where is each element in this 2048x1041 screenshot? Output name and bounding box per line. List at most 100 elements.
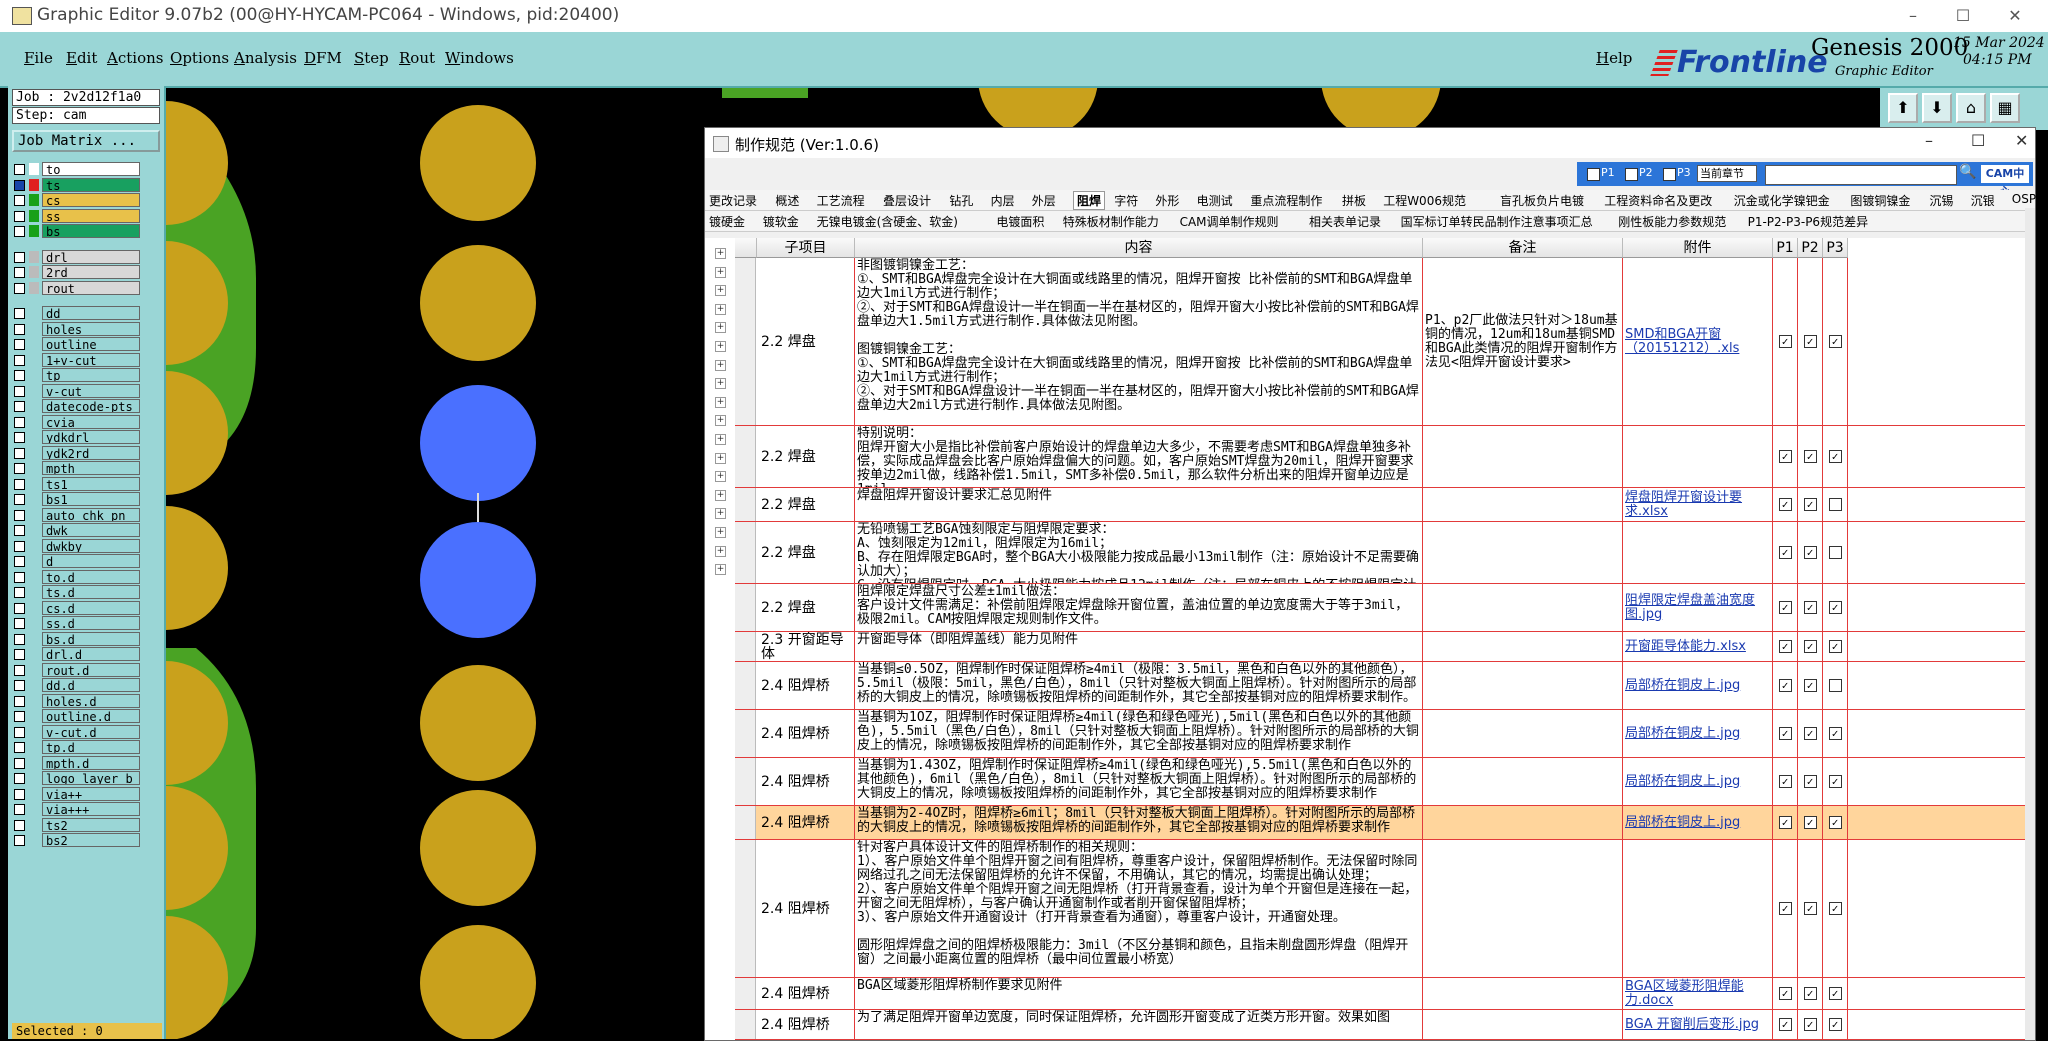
tab-tabs_row2-0[interactable]: 镀硬金 — [709, 213, 745, 230]
job-matrix-button[interactable]: Job Matrix ... — [12, 130, 160, 152]
layer-row[interactable]: auto_chk_pn — [12, 507, 140, 523]
cell-p2[interactable]: ✓ — [1798, 584, 1823, 631]
header-p1[interactable]: P1 — [1773, 238, 1798, 258]
layer-checkbox[interactable] — [14, 432, 25, 443]
search-input[interactable] — [1765, 165, 1957, 185]
layer-row[interactable]: to.d — [12, 569, 140, 585]
layer-row[interactable]: outline — [12, 337, 140, 352]
checkbox[interactable]: ✓ — [1778, 816, 1792, 829]
cell-p1[interactable]: ✓ — [1773, 584, 1798, 631]
cell-p2[interactable]: ✓ — [1798, 806, 1823, 839]
checkbox[interactable]: ✓ — [1803, 335, 1817, 348]
layer-checkbox[interactable] — [14, 695, 25, 707]
checkbox[interactable]: ✓ — [1778, 727, 1792, 740]
layer-row[interactable]: ydkdrl — [12, 430, 140, 445]
layer-row[interactable]: mpth.d — [12, 755, 140, 771]
layer-row[interactable]: tp — [12, 368, 140, 383]
layer-checkbox[interactable] — [14, 267, 25, 278]
tab-tabs_row1-16[interactable]: 沉金或化学镍钯金 — [1734, 192, 1830, 209]
tab-tabs_row1-10[interactable]: 电测试 — [1197, 192, 1233, 209]
layer-checkbox[interactable] — [14, 323, 25, 335]
checkbox[interactable]: ✓ — [1778, 450, 1792, 463]
layer-checkbox[interactable] — [14, 680, 25, 691]
checkbox[interactable]: ✓ — [1778, 640, 1792, 653]
push-icon[interactable]: ⬆ — [1888, 93, 1918, 123]
checkbox[interactable]: ✓ — [1803, 987, 1817, 1000]
layer-row[interactable]: dd — [12, 306, 140, 321]
layer-row[interactable]: 2rd — [12, 265, 140, 280]
spec-minimize-button[interactable]: – — [1925, 131, 1933, 150]
layer-checkbox[interactable] — [14, 195, 25, 206]
tab-tabs_row1-19[interactable]: 沉银 — [1971, 192, 1995, 209]
layer-row[interactable]: via++ — [12, 786, 140, 802]
tab-tabs_row2-6[interactable]: 相关表单记录 — [1309, 213, 1381, 230]
layer-row[interactable]: cs — [12, 193, 140, 208]
cell-p1[interactable]: ✓ — [1773, 488, 1798, 521]
layer-checkbox[interactable] — [14, 664, 25, 676]
layer-checkbox[interactable] — [14, 282, 25, 294]
tab-tabs_row2-8[interactable]: 刚性板能力参数规范 — [1618, 213, 1726, 230]
layer-checkbox[interactable] — [14, 385, 25, 397]
tab-tabs_row1-4[interactable]: 钻孔 — [949, 192, 973, 209]
tab-tabs_row1-1[interactable]: 概述 — [775, 192, 799, 209]
header-content[interactable]: 内容 — [855, 238, 1423, 258]
layer-checkbox[interactable] — [14, 478, 25, 490]
cell-attachment-link[interactable]: 局部桥在铜皮上.jpg — [1623, 710, 1773, 757]
cell-p2[interactable]: ✓ — [1798, 758, 1823, 805]
layer-checkbox[interactable] — [14, 164, 25, 175]
layer-row[interactable]: v-cut.d — [12, 724, 140, 740]
tab-tabs_row2-1[interactable]: 镀软金 — [763, 213, 799, 230]
tree-expand-icon[interactable]: + — [715, 303, 726, 315]
tab-tabs_row1-0[interactable]: 更改记录 — [709, 192, 757, 209]
cell-p1[interactable]: ✓ — [1773, 1010, 1798, 1039]
tab-tabs_row1-8[interactable]: 字符 — [1114, 192, 1138, 209]
row-selector[interactable] — [735, 258, 756, 425]
tab-tabs_row1-15[interactable]: 工程资料命名及更改 — [1604, 192, 1712, 209]
layer-checkbox[interactable] — [14, 726, 25, 738]
layer-checkbox[interactable] — [14, 618, 25, 629]
row-selector[interactable] — [735, 806, 756, 839]
checkbox[interactable] — [1828, 679, 1842, 692]
checkbox[interactable]: ✓ — [1803, 775, 1817, 788]
tree-expand-icon[interactable]: + — [715, 452, 726, 464]
cell-p3[interactable]: ✓ — [1823, 978, 1848, 1009]
checkbox[interactable] — [1828, 546, 1842, 559]
layer-row[interactable]: ss.d — [12, 616, 140, 631]
header-sub[interactable]: 子项目 — [757, 238, 855, 258]
tree-expand-icon[interactable]: + — [715, 248, 726, 259]
row-selector[interactable] — [735, 584, 756, 631]
layer-row[interactable]: ts1 — [12, 476, 140, 492]
cell-p1[interactable]: ✓ — [1773, 632, 1798, 661]
tree-expand-icon[interactable]: + — [715, 396, 726, 408]
cell-p1[interactable]: ✓ — [1773, 806, 1798, 839]
cell-p3[interactable] — [1823, 488, 1848, 521]
tree-expand-icon[interactable]: + — [715, 322, 726, 334]
cell-p1[interactable]: ✓ — [1773, 978, 1798, 1009]
layer-checkbox[interactable] — [14, 416, 25, 428]
tab-tabs_row2-4[interactable]: 特殊板材制作能力 — [1063, 213, 1159, 230]
menu-options[interactable]: Options — [170, 49, 229, 67]
cell-p3[interactable]: ✓ — [1823, 1010, 1848, 1039]
menu-help[interactable]: Help — [1596, 49, 1632, 67]
menu-analysis[interactable]: Analysis — [234, 49, 297, 67]
layer-row[interactable]: dd.d — [12, 678, 140, 693]
spec-maximize-button[interactable]: ☐ — [1971, 131, 1985, 150]
tab-tabs_row2-7[interactable]: 国军标订单转民品制作注意事项汇总 — [1401, 213, 1593, 230]
layer-checkbox[interactable] — [14, 251, 25, 263]
menu-windows[interactable]: Windows — [445, 49, 514, 67]
checkbox[interactable]: ✓ — [1778, 601, 1792, 614]
p1-filter-checkbox[interactable] — [1587, 168, 1600, 181]
tab-tabs_row2-5[interactable]: CAM调单制作规则 — [1180, 213, 1279, 230]
cell-p1[interactable]: ✓ — [1773, 710, 1798, 757]
cell-p1[interactable]: ✓ — [1773, 758, 1798, 805]
cell-p3[interactable]: ✓ — [1823, 584, 1848, 631]
tree-expand-icon[interactable]: + — [715, 378, 726, 390]
row-selector[interactable] — [735, 426, 756, 487]
table-row[interactable]: 2.2 焊盘 阻焊限定焊盘尺寸公差±1mil做法： 客户设计文件需满足：补偿前阻焊… — [735, 584, 2025, 632]
tree-expand-icon[interactable]: + — [715, 564, 726, 576]
checkbox[interactable]: ✓ — [1778, 902, 1792, 915]
menu-file[interactable]: File — [24, 49, 53, 67]
layer-row[interactable]: outline.d — [12, 709, 140, 724]
cell-attachment-link[interactable] — [1623, 840, 1773, 977]
cell-p1[interactable]: ✓ — [1773, 840, 1798, 977]
